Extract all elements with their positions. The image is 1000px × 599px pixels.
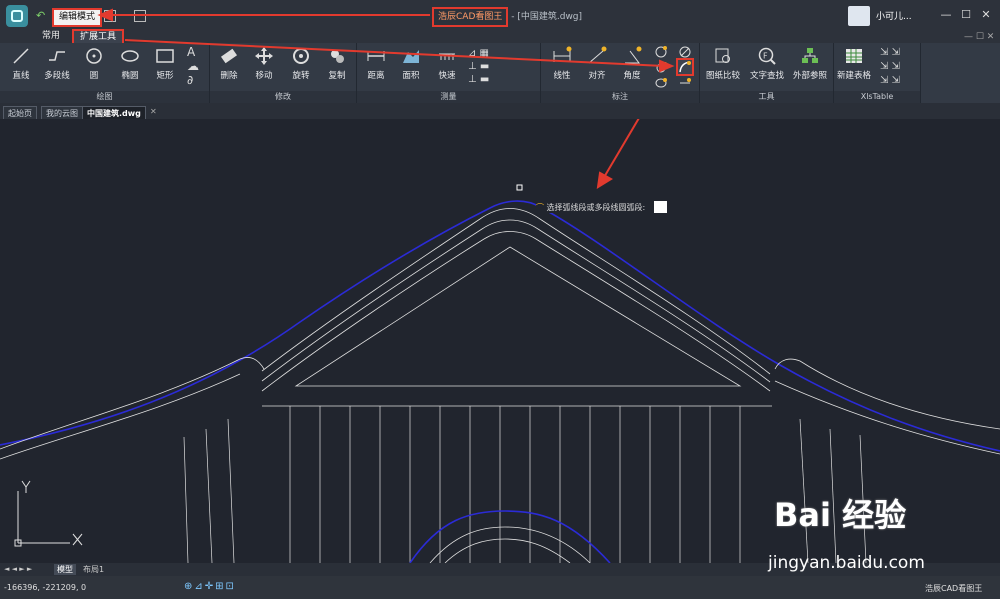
status-toggle-icons[interactable]: ⊕⊿✛⊞⊡ (184, 581, 236, 592)
arc-length-prompt-icon: ⌒ (536, 203, 544, 212)
top-red-arrows (97, 8, 675, 73)
pick-box (516, 184, 523, 191)
baidu-watermark: Bai 经验 (774, 496, 907, 534)
command-prompt: ⌒ 选择弧线段或多段线圆弧段: (536, 202, 646, 213)
roof-line-3 (261, 231, 771, 392)
status-app-label: 浩辰CAD看图王 (925, 584, 983, 593)
lower-arch-line-2 (444, 538, 571, 563)
ucs-axis-icon (14, 480, 83, 547)
red-annotation-arrows (596, 119, 640, 189)
baidu-watermark-url: jingyan.baidu.com (768, 553, 925, 573)
layout-nav-arrows[interactable]: ◄ ◄ ► ► (4, 565, 32, 573)
tab-layout1[interactable]: 布局1 (80, 564, 107, 575)
lower-arch-line (429, 526, 591, 563)
pediment-triangle (294, 246, 742, 387)
right-eave-line (774, 358, 1000, 430)
tab-model[interactable]: 模型 (54, 564, 76, 575)
column-lines (183, 406, 867, 563)
status-bar (0, 576, 1000, 599)
left-eave-line (0, 357, 265, 450)
cursor-coordinates: -166396, -221209, 0 (4, 583, 87, 592)
left-eave-line-2 (0, 373, 241, 460)
roof-line-1 (261, 208, 771, 375)
command-input[interactable] (654, 201, 667, 213)
